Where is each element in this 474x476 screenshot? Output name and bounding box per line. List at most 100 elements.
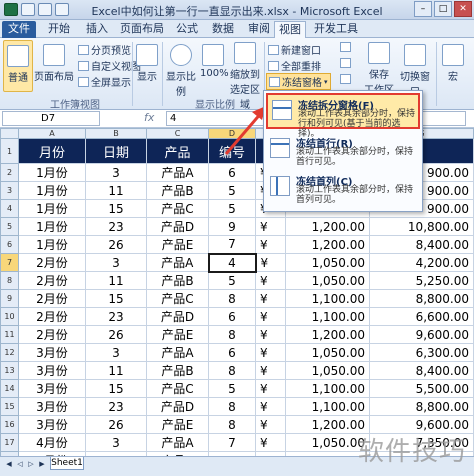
arrange-all-button[interactable]: 全部重排: [268, 58, 321, 73]
cell-month[interactable]: 3月份: [18, 379, 86, 398]
cell-price[interactable]: 1,050.00: [285, 433, 370, 452]
maximize-icon[interactable]: □: [434, 1, 452, 17]
cell-price[interactable]: 1,100.00: [285, 307, 370, 326]
close-icon[interactable]: ✕: [454, 1, 472, 17]
tab-page-layout[interactable]: 页面布局: [118, 21, 166, 38]
cell-month[interactable]: 3月份: [18, 397, 86, 416]
cell-product[interactable]: 产品E: [146, 325, 209, 344]
cell-price[interactable]: 1,200.00: [285, 415, 370, 434]
zoom-button[interactable]: 显示比例: [163, 40, 199, 98]
cell-number[interactable]: 8: [208, 397, 256, 416]
cell-product[interactable]: 产品E: [146, 415, 209, 434]
table-row[interactable]: 10 2月份 23 产品D 6 ¥1,100.00 6,600.00: [0, 307, 474, 326]
cell-number[interactable]: 5: [208, 271, 256, 290]
cell-product[interactable]: 产品A: [146, 253, 209, 272]
row-header[interactable]: 6: [0, 235, 19, 254]
cell-price[interactable]: 1,200.00: [285, 235, 370, 254]
cell-day[interactable]: 3: [85, 163, 147, 182]
cell-number[interactable]: 8: [208, 289, 256, 308]
tab-developer[interactable]: 开发工具: [310, 21, 362, 38]
tab-formulas[interactable]: 公式: [170, 21, 204, 38]
tab-home[interactable]: 开始: [42, 21, 76, 38]
row-header[interactable]: 8: [0, 271, 19, 290]
cell-day[interactable]: 11: [85, 181, 147, 200]
cell-amount[interactable]: 6,600.00: [369, 307, 474, 326]
cell-currency[interactable]: ¥: [255, 397, 286, 416]
cell-product[interactable]: 产品C: [146, 289, 209, 308]
table-row[interactable]: 15 3月份 23 产品D 8 ¥1,100.00 8,800.00: [0, 397, 474, 416]
cell-month[interactable]: 2月份: [18, 289, 86, 308]
page-break-preview-button[interactable]: 分页预览: [78, 42, 131, 57]
cell-day[interactable]: 23: [85, 397, 147, 416]
page-layout-view-button[interactable]: 页面布局: [34, 40, 74, 92]
cell-month[interactable]: 2月份: [18, 325, 86, 344]
cell-day[interactable]: 3: [85, 343, 147, 362]
cell-product[interactable]: 产品A: [146, 343, 209, 362]
cell-month[interactable]: 4月份: [18, 433, 86, 452]
cell-currency[interactable]: ¥: [255, 235, 286, 254]
tab-file[interactable]: 文件: [2, 21, 36, 38]
cell-price[interactable]: 1,100.00: [285, 397, 370, 416]
first-sheet-icon[interactable]: ◀: [4, 459, 14, 469]
cell-currency[interactable]: ¥: [255, 253, 286, 272]
zoom-to-selection-button[interactable]: 缩放到 选定区域: [227, 40, 263, 111]
cell-number[interactable]: 6: [208, 307, 256, 326]
freeze-panes-item[interactable]: 冻结拆分窗格(F) 滚动工作表其余部分时，保持行和列可见(基于当前的选择)。: [266, 93, 420, 139]
cell-price[interactable]: 1,100.00: [285, 289, 370, 308]
cell-product[interactable]: 产品B: [146, 361, 209, 380]
corner-cell[interactable]: [0, 128, 19, 139]
cell-currency[interactable]: ¥: [255, 343, 286, 362]
table-row[interactable]: 9 2月份 15 产品C 8 ¥1,100.00 8,800.00: [0, 289, 474, 308]
row-header[interactable]: 3: [0, 181, 19, 200]
zoom-100-button[interactable]: 100%: [200, 40, 229, 92]
cell-number[interactable]: 4: [207, 252, 257, 273]
cell-product[interactable]: 产品E: [146, 235, 209, 254]
cell-number[interactable]: 8: [208, 325, 256, 344]
tab-data[interactable]: 数据: [206, 21, 240, 38]
cell-number[interactable]: 5: [208, 181, 256, 200]
hide-window-button[interactable]: [340, 58, 351, 68]
cell-day[interactable]: 26: [85, 235, 147, 254]
cell-day[interactable]: 26: [85, 415, 147, 434]
normal-view-button[interactable]: 普通: [3, 40, 33, 92]
switch-windows-button[interactable]: 切换窗口: [396, 40, 434, 98]
cell-currency[interactable]: ¥: [255, 433, 286, 452]
cell-amount[interactable]: 10,800.00: [369, 217, 474, 236]
cell-number[interactable]: 6: [208, 343, 256, 362]
cell-price[interactable]: 1,050.00: [285, 361, 370, 380]
table-row[interactable]: 13 3月份 11 产品B 8 ¥1,050.00 8,400.00: [0, 361, 474, 380]
table-row[interactable]: 14 3月份 15 产品C 5 ¥1,100.00 5,500.00: [0, 379, 474, 398]
header-cell-month[interactable]: 月份: [18, 138, 86, 164]
table-row[interactable]: 7 2月份 3 产品A 4 ¥1,050.00 4,200.00: [0, 252, 474, 273]
cell-number[interactable]: 7: [208, 235, 256, 254]
cell-day[interactable]: 26: [85, 325, 147, 344]
table-row[interactable]: 11 2月份 26 产品E 8 ¥1,200.00 9,600.00: [0, 325, 474, 344]
fx-icon[interactable]: fx: [144, 111, 154, 124]
tab-view[interactable]: 视图: [274, 21, 306, 38]
cell-amount[interactable]: 4,200.00: [369, 253, 474, 272]
cell-price[interactable]: 1,100.00: [285, 379, 370, 398]
prev-sheet-icon[interactable]: ◁: [15, 459, 25, 469]
tab-insert[interactable]: 插入: [80, 21, 114, 38]
cell-price[interactable]: 1,200.00: [285, 217, 370, 236]
cell-price[interactable]: 1,200.00: [285, 325, 370, 344]
cell-product[interactable]: 产品D: [146, 217, 209, 236]
cell-currency[interactable]: ¥: [255, 379, 286, 398]
table-row[interactable]: 5 1月份 23 产品D 9 ¥1,200.00 10,800.00: [0, 217, 474, 236]
name-box[interactable]: D7: [2, 111, 100, 126]
cell-month[interactable]: 1月份: [18, 163, 86, 182]
cell-product[interactable]: 产品A: [146, 433, 209, 452]
cell-day[interactable]: 3: [85, 253, 147, 272]
row-header[interactable]: 16: [0, 415, 19, 434]
cell-day[interactable]: 15: [85, 379, 147, 398]
cell-product[interactable]: 产品C: [146, 199, 209, 218]
cell-product[interactable]: 产品D: [146, 307, 209, 326]
row-header[interactable]: 10: [0, 307, 19, 326]
row-header[interactable]: 17: [0, 433, 19, 452]
cell-currency[interactable]: ¥: [255, 415, 286, 434]
cell-day[interactable]: 11: [85, 361, 147, 380]
cell-currency[interactable]: ¥: [255, 307, 286, 326]
cell-currency[interactable]: ¥: [255, 325, 286, 344]
next-sheet-icon[interactable]: ▷: [26, 459, 36, 469]
cell-amount[interactable]: 9,600.00: [369, 325, 474, 344]
